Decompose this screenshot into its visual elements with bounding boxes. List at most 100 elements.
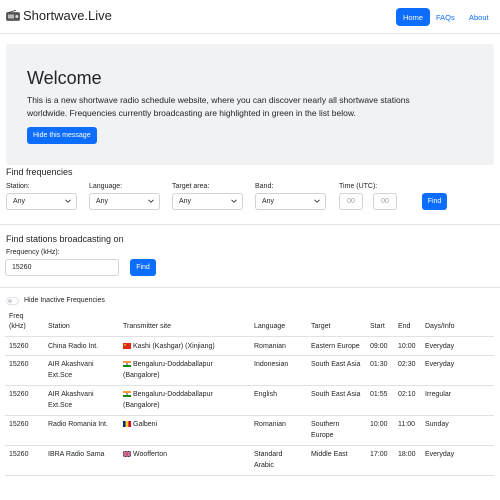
find-stations-button[interactable]: Find (130, 259, 156, 276)
welcome-text: This is a new shortwave radio schedule w… (27, 95, 410, 118)
cell-target: Europe (311, 432, 334, 439)
header-divider (5, 336, 494, 337)
cell-start: 01:55 (370, 391, 388, 398)
cell-end: 10:00 (398, 343, 416, 350)
cell-language: Indonesian (254, 361, 289, 368)
section-divider (0, 224, 500, 225)
cell-days: Everyday (425, 361, 455, 368)
header-freq: Freq (9, 313, 24, 320)
cell-station: AIR Akashvani (48, 391, 94, 398)
header-station: Station (48, 323, 70, 330)
chevron-down-icon (148, 199, 154, 203)
cell-station: Radio Romania Int. (48, 421, 108, 428)
header-days: Days/Info (425, 323, 455, 330)
station-select-value: Any (13, 198, 26, 205)
section-divider (0, 287, 500, 288)
cell-freq: 15260 (9, 343, 29, 350)
welcome-banner: Welcome This is a new shortwave radio sc… (6, 44, 494, 165)
cell-station: AIR Akashvani (48, 361, 94, 368)
cell-transmitter-site-text: Galbeni (133, 421, 158, 428)
cell-language: English (254, 391, 277, 398)
china-flag-icon (123, 342, 131, 349)
time-minute-input[interactable]: 00 (373, 193, 397, 210)
nav-home-link[interactable]: Home (396, 8, 430, 26)
header-target: Target (311, 323, 331, 330)
hide-inactive-label: Hide Inactive Frequencies (24, 297, 105, 304)
cell-transmitter-site: (Bangalore) (123, 401, 160, 411)
cell-transmitter-site-text: Bengaluru-Doddaballapur (133, 391, 213, 398)
header-freq-unit: (kHz) (9, 323, 26, 330)
cell-target: South East Asia (311, 361, 361, 368)
row-divider (5, 415, 494, 416)
cell-transmitter-site: Woofferton (123, 450, 167, 460)
time-hour-input[interactable]: 00 (339, 193, 363, 210)
cell-target: South East Asia (311, 391, 361, 398)
india-flag-icon (123, 390, 131, 397)
cell-freq: 15260 (9, 421, 29, 428)
india-flag-icon (123, 360, 131, 367)
time-label: Time (UTC): (339, 183, 378, 190)
cell-days: Everyday (425, 343, 455, 350)
cell-language: Romanian (254, 421, 286, 428)
navbar: Shortwave.Live Home FAQs About (0, 0, 500, 34)
find-stations-title: Find stations broadcasting on (6, 234, 124, 244)
cell-transmitter-site: Kashi (Kashgar) (Xinjiang) (123, 342, 215, 352)
cell-language: Romanian (254, 343, 286, 350)
cell-transmitter-site-text: Kashi (Kashgar) (Xinjiang) (133, 343, 215, 350)
welcome-title: Welcome (27, 68, 102, 88)
cell-end: 02:10 (398, 391, 416, 398)
cell-end: 11:00 (398, 421, 415, 428)
cell-days: Sunday (425, 421, 449, 428)
romania-flag-icon (123, 420, 131, 427)
band-select-value: Any (262, 198, 275, 205)
find-frequencies-button[interactable]: Find (422, 193, 447, 210)
target-area-select-value: Any (179, 198, 192, 205)
cell-freq: 15260 (9, 391, 29, 398)
station-label: Station: (6, 183, 30, 190)
header-language: Language (254, 323, 286, 330)
cell-station: Ext.Sce (48, 372, 73, 379)
language-select-value: Any (96, 198, 109, 205)
chevron-down-icon (65, 199, 71, 203)
cell-station: China Radio Int. (48, 343, 99, 350)
target-area-label: Target area: (172, 183, 210, 190)
header-end: End (398, 323, 411, 330)
frequency-input[interactable]: 15260 (5, 259, 119, 276)
nav-about-link[interactable]: About (469, 13, 489, 22)
target-area-select[interactable]: Any (172, 193, 243, 210)
hide-message-button[interactable]: Hide this message (27, 127, 97, 144)
row-divider (5, 355, 494, 356)
uk-flag-icon (123, 450, 131, 457)
language-select[interactable]: Any (89, 193, 160, 210)
row-divider (5, 445, 494, 446)
hide-inactive-toggle[interactable] (6, 297, 19, 305)
cell-end: 18:00 (398, 451, 416, 458)
row-divider (5, 475, 494, 476)
frequency-label: Frequency (kHz): (6, 249, 60, 256)
cell-transmitter-site-text: (Bangalore) (123, 372, 160, 379)
brand-text: Shortwave.Live (23, 8, 112, 23)
cell-transmitter-site-text: (Bangalore) (123, 402, 160, 409)
cell-transmitter-site-text: Bengaluru-Doddaballapur (133, 361, 213, 368)
cell-language: Arabic (254, 462, 274, 469)
row-divider (5, 385, 494, 386)
cell-start: 01:30 (370, 361, 388, 368)
cell-end: 02:30 (398, 361, 416, 368)
brand-link[interactable]: Shortwave.Live (6, 8, 112, 23)
header-transmitter-site: Transmitter site (123, 323, 171, 330)
cell-station: IBRA Radio Sama (48, 451, 105, 458)
station-select[interactable]: Any (6, 193, 77, 210)
cell-start: 10:00 (370, 421, 388, 428)
cell-days: Everyday (425, 451, 455, 458)
cell-start: 09:00 (370, 343, 388, 350)
cell-transmitter-site: Bengaluru-Doddaballapur (123, 390, 213, 400)
chevron-down-icon (231, 199, 237, 203)
cell-target: Southern (311, 421, 340, 428)
nav-faqs-link[interactable]: FAQs (436, 13, 455, 22)
cell-station: Ext.Sce (48, 402, 73, 409)
band-select[interactable]: Any (255, 193, 326, 210)
cell-freq: 15260 (9, 361, 29, 368)
cell-transmitter-site: Bengaluru-Doddaballapur (123, 360, 213, 370)
find-frequencies-title: Find frequencies (6, 167, 73, 177)
cell-days: Irregular (425, 391, 452, 398)
